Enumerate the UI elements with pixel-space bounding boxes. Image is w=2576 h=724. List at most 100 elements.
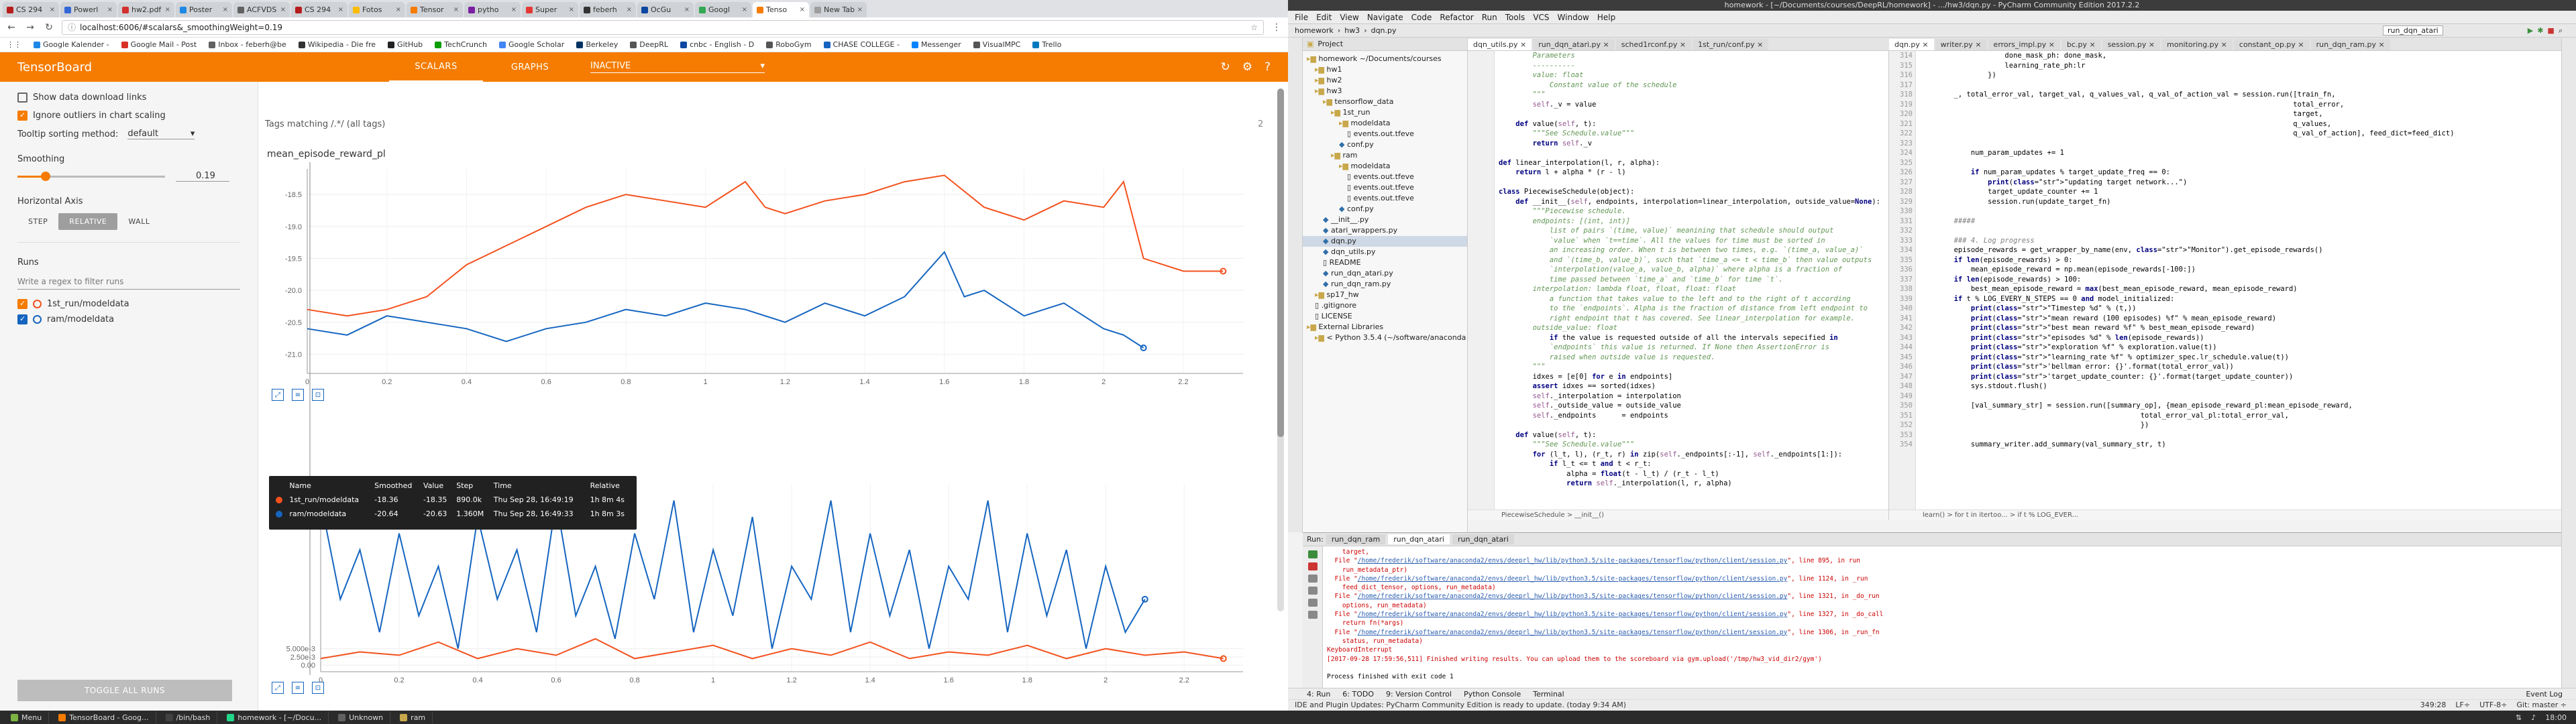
breadcrumb-item[interactable]: hw3: [1344, 26, 1360, 35]
browser-tab[interactable]: Super ×: [522, 2, 578, 17]
editor-tab[interactable]: session.py ×: [2102, 39, 2161, 50]
project-tree-item[interactable]: ◆ conf.py: [1303, 139, 1467, 150]
project-tree-item[interactable]: ▸▆ hw1: [1303, 64, 1467, 75]
project-tree-item[interactable]: ▯ events.out.tfeve: [1303, 129, 1467, 139]
project-tree-item[interactable]: ▯ .gitignore: [1303, 300, 1467, 311]
back-icon[interactable]: ←: [5, 22, 17, 33]
editor-tab[interactable]: writer.py ×: [1935, 39, 1987, 50]
project-tree-item[interactable]: ▯ events.out.tfeve: [1303, 172, 1467, 182]
run-tab[interactable]: run_dqn_atari: [1452, 534, 1514, 544]
menu-item-vcs[interactable]: VCS: [1533, 13, 1549, 22]
forward-icon[interactable]: →: [24, 22, 36, 33]
close-tab-icon[interactable]: ×: [107, 6, 113, 13]
bookmark-item[interactable]: DeepRL: [630, 40, 668, 49]
bookmark-item[interactable]: Google Scholar: [498, 40, 564, 49]
close-tab-icon[interactable]: ×: [627, 6, 632, 13]
run-icon[interactable]: ▶: [2528, 26, 2533, 35]
close-tab-icon[interactable]: ×: [1518, 40, 1526, 49]
menu-item-edit[interactable]: Edit: [1316, 13, 1332, 22]
taskbar-item[interactable]: Menu: [4, 711, 50, 723]
project-tree-item[interactable]: ▸▆ homework ~/Documents/courses: [1303, 54, 1467, 64]
close-tab-icon[interactable]: ×: [223, 6, 228, 13]
browser-tab[interactable]: hw2.pdf ×: [118, 2, 174, 17]
bookmark-item[interactable]: GitHub: [388, 40, 423, 49]
menu-item-file[interactable]: File: [1295, 13, 1308, 22]
project-tree-item[interactable]: ◆ run_dqn_ram.py: [1303, 279, 1467, 290]
editor-right-breadcrumb[interactable]: learn() > for t in itertoo... > if t % L…: [1889, 509, 2561, 520]
close-tab-icon[interactable]: ×: [1920, 40, 1928, 49]
pause-icon[interactable]: [1307, 575, 1318, 583]
toggle-all-runs-button[interactable]: TOGGLE ALL RUNS: [17, 680, 232, 701]
editor-tab[interactable]: sched1rconf.py ×: [1615, 39, 1692, 50]
close-tab-icon[interactable]: ×: [2146, 40, 2155, 49]
taskbar-item[interactable]: TensorBoard - Goog...: [52, 711, 156, 723]
run-checkbox[interactable]: [17, 299, 28, 309]
bottom-tool-tab[interactable]: 9: Version Control: [1386, 690, 1452, 699]
tooltip-sort-select[interactable]: default ▾: [127, 129, 195, 139]
run-color-swatch[interactable]: [33, 315, 42, 324]
search-icon[interactable]: ⌕: [2559, 26, 2563, 36]
editor-tab[interactable]: errors_impl.py ×: [1988, 39, 2060, 50]
project-tree-item[interactable]: ▯ LICENSE: [1303, 311, 1467, 322]
close-tab-icon[interactable]: ×: [165, 6, 170, 13]
close-tab-icon[interactable]: ×: [2087, 40, 2095, 49]
browser-tab[interactable]: Poster ×: [176, 2, 232, 17]
show-download-checkbox[interactable]: [17, 93, 28, 103]
breadcrumb-item[interactable]: dqn.py: [1371, 26, 1397, 35]
project-tree-item[interactable]: ▯ README: [1303, 257, 1467, 268]
run-output[interactable]: target, File "/home/frederik/software/an…: [1327, 548, 2561, 681]
taskbar-item[interactable]: Unknown: [331, 711, 391, 723]
browser-tab[interactable]: feberh ×: [580, 2, 636, 17]
project-tree-item[interactable]: ◆ conf.py: [1303, 204, 1467, 215]
stop-icon[interactable]: ■: [2547, 26, 2554, 35]
run-config-select[interactable]: run_dqn_atari: [2382, 25, 2443, 36]
close-tab-icon[interactable]: ×: [453, 6, 459, 13]
menu-item-tools[interactable]: Tools: [1505, 13, 1525, 22]
project-tree-item[interactable]: ▸▆ modeldata: [1303, 118, 1467, 129]
run-checkbox[interactable]: [17, 314, 28, 324]
project-tree-item[interactable]: ▸▆ < Python 3.5.4 (~/software/anaconda: [1303, 333, 1467, 343]
editor-tab[interactable]: dqn_utils.py ×: [1468, 39, 1532, 50]
tab-graphs[interactable]: GRAPHS: [483, 62, 577, 72]
editor-tab[interactable]: monitoring.py ×: [2161, 39, 2233, 50]
editor-tab[interactable]: run_dqn_atari.py ×: [1533, 39, 1615, 50]
project-tree-item[interactable]: ▯ events.out.tfeve: [1303, 182, 1467, 193]
bookmark-item[interactable]: Inbox - feberh@be: [209, 40, 286, 49]
reload-icon[interactable]: ↻: [43, 22, 55, 33]
editor-tab[interactable]: constant_op.py ×: [2233, 39, 2310, 50]
browser-tab[interactable]: CS 294 ×: [3, 2, 59, 17]
close-tab-icon[interactable]: ×: [569, 6, 574, 13]
menu-item-code[interactable]: Code: [1411, 13, 1432, 22]
project-tree-item[interactable]: ▸▆ External Libraries: [1303, 322, 1467, 333]
run-row[interactable]: 1st_run/modeldata: [17, 299, 240, 309]
close-tab-icon[interactable]: ×: [1601, 40, 1609, 49]
menu-item-view[interactable]: View: [1340, 13, 1358, 22]
close-tab-icon[interactable]: ×: [280, 6, 286, 13]
close-tab-icon[interactable]: ×: [1755, 40, 1763, 49]
bookmark-item[interactable]: Trello: [1032, 40, 1061, 49]
series-line-1st-run-modeldata[interactable]: [307, 174, 1224, 317]
editor-tab[interactable]: bc.py ×: [2061, 39, 2101, 50]
ignore-outliers-checkbox[interactable]: [17, 111, 28, 121]
project-tree-item[interactable]: ▸▆ ram: [1303, 150, 1467, 161]
project-tree-item[interactable]: ▸▆ modeldata: [1303, 161, 1467, 172]
bookmark-item[interactable]: Google Mail - Post: [121, 40, 197, 49]
rerun-icon[interactable]: [1307, 550, 1318, 558]
menu-item-window[interactable]: Window: [1558, 13, 1589, 22]
bookmark-item[interactable]: CHASE COLLEGE -: [823, 40, 900, 49]
fit-domain-icon[interactable]: ⊡: [312, 389, 324, 401]
bookmark-item[interactable]: Google Kalender -: [34, 40, 109, 49]
project-tree-item[interactable]: ◆ __init__.py: [1303, 215, 1467, 225]
expand-chart-icon[interactable]: ⤢: [272, 682, 284, 694]
project-tree-item[interactable]: ▸▆ 1st_run: [1303, 107, 1467, 118]
project-tree-item[interactable]: ▸▆ sp17_hw: [1303, 290, 1467, 300]
close-tab-icon[interactable]: ×: [1677, 40, 1686, 49]
editor-tab[interactable]: run_dqn_ram.py ×: [2310, 39, 2390, 50]
taskbar-item[interactable]: /bin/bash: [159, 711, 218, 723]
traceback-file-link[interactable]: /home/frederik/software/anaconda2/envs/d…: [1358, 611, 1788, 618]
close-tab-icon[interactable]: ×: [2376, 40, 2385, 49]
status-item[interactable]: LF÷: [2455, 701, 2470, 709]
project-tree-item[interactable]: ▸▆ tensorflow_data: [1303, 97, 1467, 107]
network-icon[interactable]: ⇅: [2516, 713, 2522, 722]
bookmark-item[interactable]: TechCrunch: [435, 40, 487, 49]
